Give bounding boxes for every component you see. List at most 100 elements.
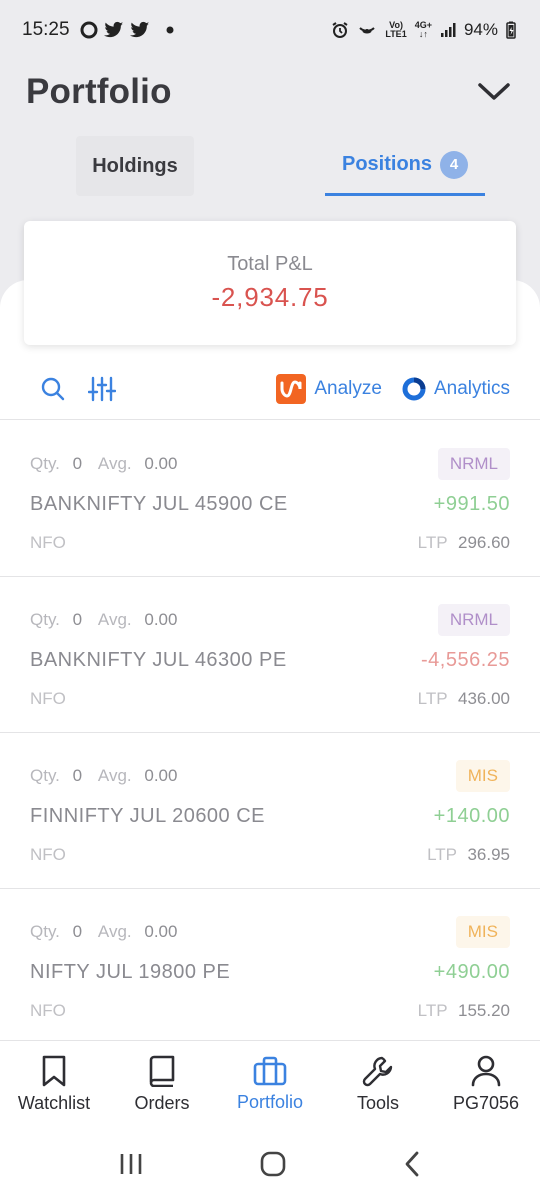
- avg-value: 0.00: [144, 766, 178, 785]
- ltp-label: LTP: [417, 533, 448, 552]
- account-switch-button[interactable]: [474, 72, 514, 112]
- bookmark-icon: [42, 1055, 66, 1087]
- nav-portfolio[interactable]: Portfolio: [216, 1041, 324, 1128]
- status-bar-left: 15:25: [22, 19, 174, 41]
- ltp-label: LTP: [417, 689, 448, 708]
- instrument-symbol: BANKNIFTY JUL 45900 CE: [30, 493, 288, 515]
- analytics-logo-icon: [402, 377, 426, 400]
- avg-value: 0.00: [144, 922, 178, 941]
- search-icon: [41, 377, 65, 400]
- notification-ring-icon: [80, 21, 98, 39]
- position-pnl: +490.00: [433, 961, 510, 983]
- filter-button[interactable]: [88, 376, 116, 402]
- battery-percent: 94%: [463, 20, 498, 39]
- product-type-badge: NRML: [437, 448, 510, 480]
- total-pnl-card: Total P&L -2,934.75: [24, 221, 516, 345]
- qty-value: 0: [72, 922, 83, 941]
- home-icon: [260, 1151, 286, 1177]
- qty-value: 0: [72, 454, 83, 473]
- qty-label: Qty.: [30, 454, 60, 473]
- back-icon: [405, 1151, 419, 1177]
- recent-apps-icon: [120, 1154, 141, 1174]
- more-notifications-dot-icon: [166, 26, 174, 34]
- twitter-icon: [103, 21, 124, 39]
- position-row[interactable]: Qty. 0 Avg. 0.00 MIS NIFTY JUL 19800 PE …: [0, 889, 540, 1039]
- exchange-label: NFO: [30, 1001, 66, 1020]
- tab-positions[interactable]: Positions 4: [325, 136, 485, 196]
- status-bar-right: Vo) LTE1 4G+ ↓↑ 94%: [331, 20, 516, 40]
- total-pnl-value: -2,934.75: [211, 282, 329, 312]
- avg-label: Avg.: [97, 610, 132, 629]
- nav-orders[interactable]: Orders: [108, 1041, 216, 1128]
- toolbar-left: [40, 376, 276, 402]
- sliders-icon: [88, 376, 116, 401]
- position-row[interactable]: Qty. 0 Avg. 0.00 MIS FINNIFTY JUL 20600 …: [0, 733, 540, 889]
- product-type-badge: MIS: [455, 760, 510, 792]
- instrument-symbol: NIFTY JUL 19800 PE: [30, 961, 231, 983]
- ltp-label: LTP: [417, 1001, 448, 1020]
- recent-apps-button[interactable]: [118, 1152, 144, 1176]
- positions-list: Qty. 0 Avg. 0.00 NRML BANKNIFTY JUL 4590…: [0, 421, 540, 1039]
- system-nav-bar: [0, 1128, 540, 1200]
- exchange-label: NFO: [30, 533, 66, 552]
- analytics-label: Analytics: [433, 377, 510, 399]
- avg-label: Avg.: [97, 922, 132, 941]
- position-pnl: +991.50: [433, 493, 510, 515]
- nav-portfolio-label: Portfolio: [236, 1092, 304, 1112]
- qty-label: Qty.: [30, 922, 60, 941]
- product-type-badge: MIS: [455, 916, 510, 948]
- avg-value: 0.00: [144, 610, 178, 629]
- position-pnl: -4,556.25: [420, 649, 510, 671]
- twitter-icon: [129, 21, 150, 39]
- position-row[interactable]: Qty. 0 Avg. 0.00 NRML BANKNIFTY JUL 4590…: [0, 421, 540, 577]
- nav-watchlist[interactable]: Watchlist: [0, 1041, 108, 1128]
- nav-tools[interactable]: Tools: [324, 1041, 432, 1128]
- ltp-value: 36.95: [467, 845, 510, 864]
- qty-label: Qty.: [30, 610, 60, 629]
- exchange-label: NFO: [30, 845, 66, 864]
- app-header: Portfolio: [0, 60, 540, 124]
- signal-icon: [440, 22, 456, 38]
- status-bar: 15:25 Vo) LTE1 4G+ ↓↑ 94%: [0, 0, 540, 60]
- search-button[interactable]: [40, 376, 66, 402]
- chevron-down-icon: [478, 83, 510, 100]
- analyze-label: Analyze: [314, 377, 382, 399]
- network-4g-icon: 4G+ ↓↑: [414, 20, 432, 39]
- nav-account-label: PG7056: [452, 1093, 520, 1113]
- position-row[interactable]: Qty. 0 Avg. 0.00 NRML BANKNIFTY JUL 4630…: [0, 577, 540, 733]
- analyze-button[interactable]: Analyze: [276, 373, 382, 404]
- toolbar-right: Analyze Analytics: [276, 373, 510, 404]
- ltp-value: 296.60: [458, 533, 510, 552]
- briefcase-icon: [253, 1056, 287, 1086]
- ltp-label: LTP: [427, 845, 457, 864]
- position-pnl: +140.00: [433, 805, 510, 827]
- hotspot-icon: [357, 21, 377, 39]
- analyze-logo-icon: [276, 373, 307, 404]
- total-pnl-label: Total P&L: [227, 253, 313, 275]
- tab-holdings[interactable]: Holdings: [76, 136, 194, 196]
- home-button[interactable]: [259, 1150, 287, 1178]
- nav-tools-label: Tools: [356, 1093, 400, 1113]
- nav-account[interactable]: PG7056: [432, 1041, 540, 1128]
- exchange-label: NFO: [30, 689, 66, 708]
- product-type-badge: NRML: [437, 604, 510, 636]
- alarm-icon: [331, 21, 349, 39]
- qty-label: Qty.: [30, 766, 60, 785]
- volte-icon: Vo) LTE1: [385, 20, 407, 39]
- qty-value: 0: [72, 610, 83, 629]
- clock: 15:25: [22, 19, 70, 40]
- nav-orders-label: Orders: [134, 1093, 190, 1113]
- tab-holdings-label: Holdings: [92, 154, 178, 177]
- avg-label: Avg.: [97, 766, 132, 785]
- ltp-value: 436.00: [458, 689, 510, 708]
- page-title: Portfolio: [26, 72, 172, 111]
- portfolio-tabs: Holdings Positions 4: [0, 128, 540, 198]
- bottom-nav: Watchlist Orders Portfolio Tools PG7056: [0, 1040, 540, 1128]
- back-button[interactable]: [402, 1150, 422, 1178]
- qty-value: 0: [72, 766, 83, 785]
- tab-positions-label: Positions: [341, 153, 432, 175]
- battery-charging-icon: [506, 21, 516, 39]
- user-icon: [471, 1055, 501, 1087]
- analytics-button[interactable]: Analytics: [402, 377, 510, 401]
- wrench-icon: [362, 1056, 393, 1087]
